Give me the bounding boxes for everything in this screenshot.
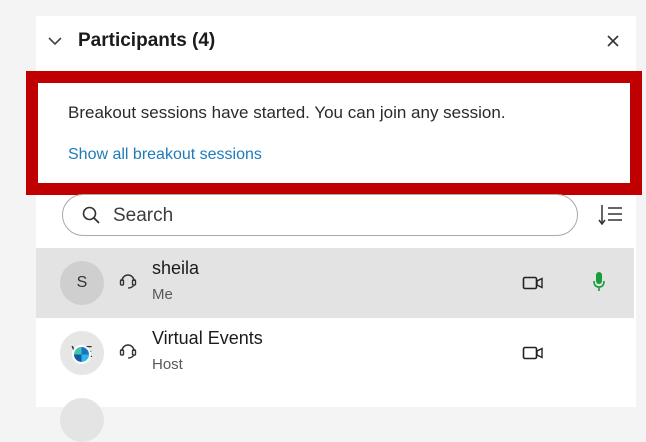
close-icon[interactable] — [602, 30, 624, 52]
panel-top-strip — [36, 6, 636, 16]
show-breakout-sessions-link[interactable]: Show all breakout sessions — [68, 146, 262, 164]
sort-icon[interactable] — [597, 202, 625, 228]
presence-status-icon — [72, 345, 91, 364]
participant-role: Me — [152, 286, 173, 303]
avatar: S — [60, 261, 104, 305]
panel-title: Participants (4) — [78, 30, 216, 51]
avatar — [60, 398, 104, 442]
participant-row[interactable]: S sheila Me — [36, 248, 634, 318]
banner-message: Breakout sessions have started. You can … — [68, 103, 506, 122]
participant-name: Virtual Events — [152, 328, 263, 348]
headset-icon — [119, 274, 137, 289]
search-icon — [82, 206, 100, 224]
video-camera-icon[interactable] — [522, 274, 544, 292]
chevron-down-icon[interactable] — [46, 32, 64, 50]
search-input[interactable]: Search — [62, 194, 578, 236]
participant-role: Host — [152, 356, 183, 373]
microphone-on-icon[interactable] — [592, 270, 606, 294]
video-camera-icon[interactable] — [522, 344, 544, 362]
headset-icon — [119, 344, 137, 359]
participants-header: Participants (4) — [36, 24, 636, 64]
participant-row[interactable]: VE Virtual Events Host — [36, 318, 634, 388]
breakout-banner: Breakout sessions have started. You can … — [38, 83, 630, 183]
search-placeholder: Search — [113, 205, 174, 226]
participant-name: sheila — [152, 258, 200, 278]
